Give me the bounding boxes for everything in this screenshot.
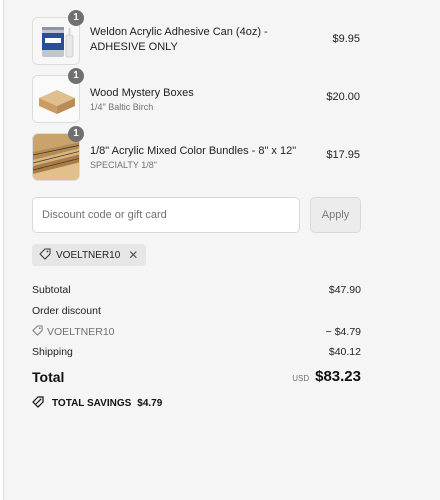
- applied-discount-chip: VOELTNER10 ✕: [32, 244, 147, 266]
- discount-code-row: VOELTNER10 − $4.79: [32, 325, 361, 339]
- item-variant: 1/4" Baltic Birch: [90, 102, 154, 112]
- left-divider: [0, 0, 4, 500]
- discount-value: − $4.79: [325, 326, 361, 338]
- shipping-row: Shipping $40.12: [32, 346, 361, 358]
- order-discount-label: Order discount: [32, 305, 101, 317]
- quantity-badge: 1: [68, 10, 84, 26]
- order-discount-row: Order discount: [32, 305, 361, 317]
- savings-value: $4.79: [137, 398, 163, 409]
- applied-code-label: VOELTNER10: [56, 249, 121, 261]
- tag-icon: [39, 248, 51, 263]
- currency-code: USD: [292, 374, 310, 383]
- item-price: $17.95: [326, 149, 360, 161]
- discount-code-text: VOELTNER10: [47, 326, 115, 338]
- total-amount: $83.23: [315, 368, 361, 385]
- subtotal-value: $47.90: [328, 284, 361, 296]
- shipping-value: $40.12: [328, 346, 361, 358]
- discount-code: VOELTNER10: [32, 325, 115, 339]
- item-price: $9.95: [332, 33, 360, 45]
- line-item: 1 Weldon Acrylic Adhesive Can (4oz) - AD…: [32, 10, 362, 65]
- item-name: Weldon Acrylic Adhesive Can (4oz) - ADHE…: [90, 26, 268, 53]
- item-name: Wood Mystery Boxes: [90, 87, 194, 99]
- total-row: Total USD $83.23: [32, 368, 361, 385]
- total-savings: TOTAL SAVINGS $4.79: [32, 396, 162, 411]
- apply-button[interactable]: Apply: [310, 197, 361, 233]
- line-item: 1 Wood Mystery Boxes 1/4" Baltic Birch $…: [32, 68, 362, 123]
- savings-tag-icon: [32, 396, 46, 411]
- total-label: Total: [32, 368, 65, 385]
- savings-label: TOTAL SAVINGS: [52, 398, 132, 409]
- item-variant: SPECIALTY 1/8": [90, 160, 157, 170]
- quantity-badge: 1: [68, 68, 84, 84]
- total-value-group: USD $83.23: [292, 368, 361, 385]
- discount-code-input[interactable]: Discount code or gift card: [32, 197, 300, 233]
- order-summary-panel: 1 Weldon Acrylic Adhesive Can (4oz) - AD…: [32, 0, 362, 500]
- item-name: 1/8" Acrylic Mixed Color Bundles - 8" x …: [90, 145, 297, 157]
- subtotal-label: Subtotal: [32, 284, 71, 296]
- line-item: 1 1/8" Acrylic Mixed Color Bundles - 8" …: [32, 126, 362, 181]
- item-price: $20.00: [326, 91, 360, 103]
- close-icon[interactable]: ✕: [128, 248, 138, 262]
- shipping-label: Shipping: [32, 346, 73, 358]
- tag-icon: [32, 325, 43, 339]
- quantity-badge: 1: [68, 126, 84, 142]
- subtotal-row: Subtotal $47.90: [32, 284, 361, 296]
